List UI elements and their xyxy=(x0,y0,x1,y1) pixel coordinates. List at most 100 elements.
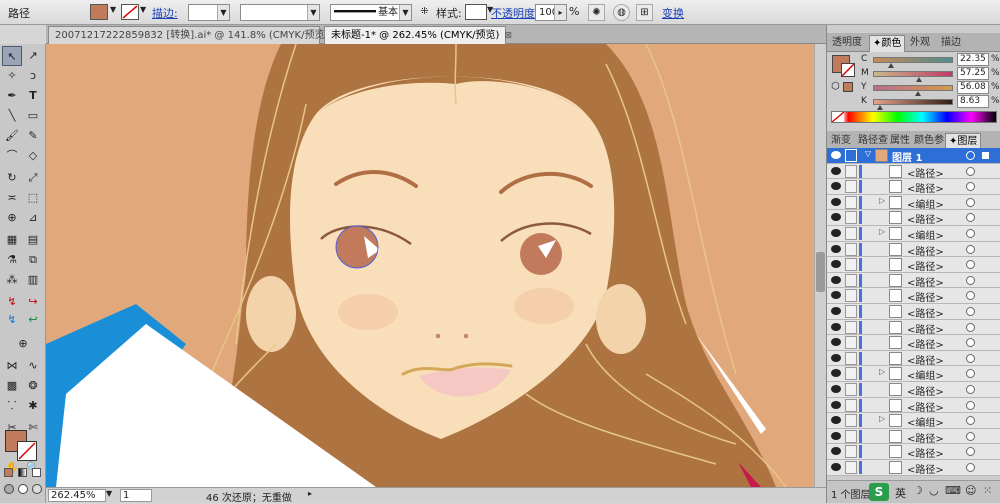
visibility-eye-icon[interactable] xyxy=(831,338,841,347)
layer-item-row[interactable]: <路径> xyxy=(827,288,1000,304)
stroke-weight-field[interactable]: ▼ xyxy=(188,4,230,21)
layer-item-row[interactable]: <路径> xyxy=(827,179,1000,195)
lock-toggle[interactable] xyxy=(845,461,857,474)
slider-y[interactable] xyxy=(873,85,953,91)
rotate-tool-icon[interactable]: ↻ xyxy=(2,168,22,188)
width-tool-icon[interactable]: ≍ xyxy=(2,188,22,208)
align-icon[interactable]: ⊞ xyxy=(636,4,653,21)
item-name[interactable]: <路径> xyxy=(907,305,944,320)
expand-icon[interactable]: ▷ xyxy=(879,227,885,236)
zoom-field[interactable]: 262.45% xyxy=(48,489,106,502)
lock-toggle[interactable] xyxy=(845,211,857,225)
target-icon[interactable] xyxy=(966,307,975,316)
column-graph-tool-icon[interactable]: ▥ xyxy=(23,270,43,290)
expand-down-icon[interactable]: ▽ xyxy=(865,149,871,158)
slider-c[interactable] xyxy=(873,57,953,63)
slider-m[interactable] xyxy=(873,71,953,77)
value-m[interactable]: 57.25 xyxy=(957,67,989,80)
draw-normal-icon[interactable] xyxy=(4,484,14,494)
visibility-eye-icon[interactable] xyxy=(831,431,841,440)
left-blush[interactable] xyxy=(338,294,398,330)
layer-1-row[interactable]: ▽ 图层 1 xyxy=(827,148,1000,164)
draw-behind-icon[interactable] xyxy=(18,484,28,494)
visibility-eye-icon[interactable] xyxy=(831,244,841,253)
expand-icon[interactable]: ▷ xyxy=(879,196,885,205)
moon-icon[interactable]: ☽ xyxy=(913,484,923,497)
item-name[interactable]: <路径> xyxy=(907,289,944,304)
left-ear[interactable] xyxy=(246,276,296,352)
tab-color[interactable]: ✦颜色 xyxy=(869,35,906,52)
type-tool-icon[interactable]: T xyxy=(23,86,43,106)
artboard-tool-icon[interactable]: ⋈ xyxy=(2,356,22,376)
stroke-label[interactable]: 描边: xyxy=(152,5,178,21)
channel-y[interactable]: Y 56.08 % xyxy=(861,81,1000,96)
lock-toggle[interactable] xyxy=(845,258,857,272)
value-y[interactable]: 56.08 xyxy=(957,81,989,94)
item-name[interactable]: <路径> xyxy=(907,165,944,180)
target-icon[interactable] xyxy=(966,182,975,192)
chevron-down-icon[interactable]: ▼ xyxy=(106,489,112,498)
mesh-tool-icon[interactable]: ▦ xyxy=(2,230,22,250)
lock-toggle[interactable] xyxy=(845,383,857,396)
item-name[interactable]: <路径> xyxy=(907,461,944,476)
slider-thumb[interactable] xyxy=(877,105,884,110)
visibility-eye-icon[interactable] xyxy=(831,182,841,191)
item-name[interactable]: <路径> xyxy=(907,274,944,289)
visibility-eye-icon[interactable] xyxy=(831,463,841,471)
anchor-blue-icon[interactable]: ↯ xyxy=(2,310,22,330)
visibility-eye-icon[interactable] xyxy=(831,197,841,206)
crosshair-tool-icon[interactable]: ⊕ xyxy=(2,334,44,354)
color-spectrum[interactable] xyxy=(831,111,997,123)
draw-inside-icon[interactable] xyxy=(32,484,42,494)
visibility-eye-icon[interactable] xyxy=(831,229,841,237)
lasso-tool-icon[interactable]: ↄ xyxy=(23,66,43,86)
visibility-eye-icon[interactable] xyxy=(831,166,841,175)
expand-icon[interactable]: ▷ xyxy=(879,367,885,376)
item-name[interactable]: <路径> xyxy=(907,445,944,460)
target-icon[interactable] xyxy=(966,197,975,207)
value-k[interactable]: 8.63 xyxy=(957,95,989,108)
visibility-eye-icon[interactable] xyxy=(831,400,841,409)
target-icon[interactable] xyxy=(966,229,975,238)
twirl-tool-icon[interactable]: ✱ xyxy=(23,396,43,416)
layer-item-row[interactable]: ▷ <编组> xyxy=(827,226,1000,242)
selection-square-icon[interactable] xyxy=(982,152,989,159)
none-swatch-icon[interactable] xyxy=(831,111,845,123)
target-icon[interactable] xyxy=(966,213,975,223)
target-icon[interactable] xyxy=(966,275,975,285)
keyboard-icon[interactable]: ⌨ xyxy=(945,484,961,497)
target-icon[interactable] xyxy=(966,447,975,457)
person-icon[interactable]: ☺ xyxy=(965,484,976,497)
lock-toggle[interactable] xyxy=(845,367,857,381)
tab-stroke[interactable]: 描边 xyxy=(938,35,964,52)
scatter-tool-icon[interactable]: ⸪ xyxy=(2,396,22,416)
lock-toggle[interactable] xyxy=(845,242,857,256)
perspective-grid-tool-icon[interactable]: ⊿ xyxy=(23,208,43,228)
visibility-eye-icon[interactable] xyxy=(831,416,841,425)
chevron-right-icon[interactable]: ▸ xyxy=(308,489,312,498)
variable-width-dropdown[interactable]: ▼ xyxy=(240,4,320,21)
layer-item-row[interactable]: <路径> xyxy=(827,460,1000,476)
layer-item-row[interactable]: ▷ <编组> xyxy=(827,366,1000,382)
lock-toggle[interactable] xyxy=(845,195,857,209)
channel-m[interactable]: M 57.25 % xyxy=(861,67,1000,82)
globe-icon[interactable]: ◍ xyxy=(613,4,630,21)
visibility-eye-icon[interactable] xyxy=(831,353,841,362)
blob-brush-tool-icon[interactable]: ⌒ xyxy=(2,146,22,166)
target-icon[interactable] xyxy=(966,291,975,301)
tab-document-1[interactable]: 20071217222859832 [转换].ai* @ 141.8% (CMY… xyxy=(48,26,341,44)
punctuation-icon[interactable]: ◡ xyxy=(929,484,939,497)
visibility-eye-icon[interactable] xyxy=(831,213,841,222)
layer-item-row[interactable]: <路径> xyxy=(827,335,1000,351)
item-name[interactable]: <路径> xyxy=(907,321,944,336)
tab-appearance[interactable]: 外观 xyxy=(907,35,933,52)
stroke-dropdown-icon[interactable]: ▼ xyxy=(140,5,146,14)
item-name[interactable]: <路径> xyxy=(907,399,944,414)
lock-toggle[interactable] xyxy=(845,336,857,350)
layer-item-row[interactable]: <路径> xyxy=(827,428,1000,445)
visibility-eye-icon[interactable] xyxy=(831,447,841,456)
ime-mode[interactable]: 英 xyxy=(895,485,906,501)
target-icon[interactable] xyxy=(966,353,975,363)
visibility-eye-icon[interactable] xyxy=(831,385,841,393)
item-name[interactable]: <编组> xyxy=(907,367,944,382)
